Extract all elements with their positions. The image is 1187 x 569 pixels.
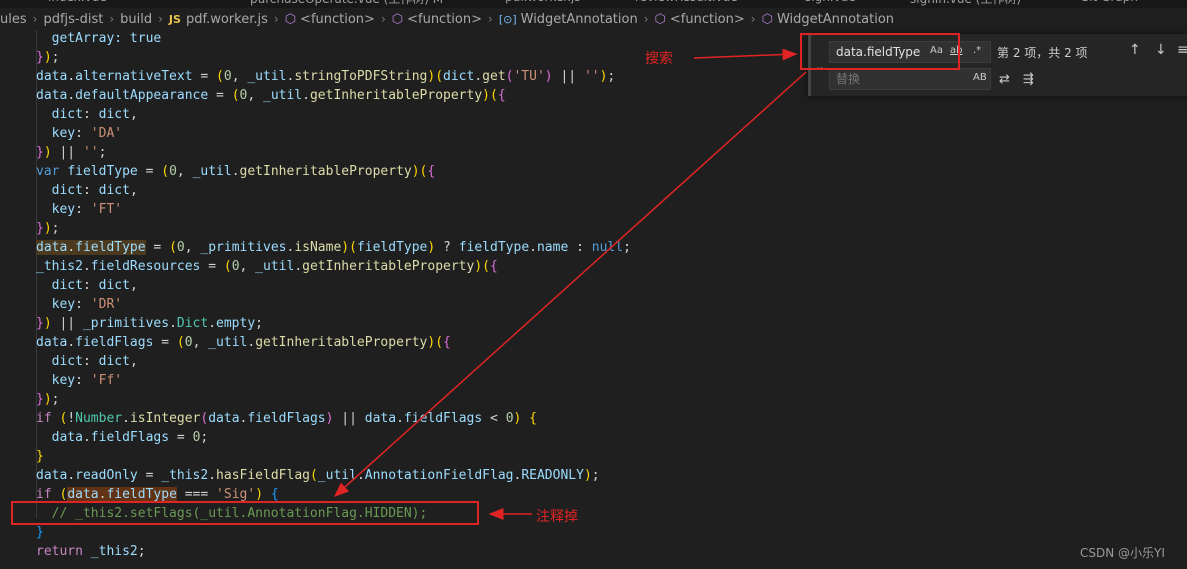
code-line[interactable]: key: 'Ff' [36,371,122,390]
tab-purchase-operate[interactable]: purchaseOperate.vue (工作树) M [250,0,443,8]
code-line[interactable]: dict: dict, [36,105,138,124]
replace-icon[interactable]: ⇄ [999,72,1010,87]
replace-input-box: AB [829,68,991,90]
watermark: CSDN @小乐YI [1080,546,1165,560]
breadcrumb-item[interactable]: <function> [407,12,482,27]
replace-all-icon[interactable]: ⇶ [1023,72,1034,87]
code-line[interactable]: dict: dict, [36,181,138,200]
variable-icon: [⊙] [498,12,517,26]
code-line[interactable]: dict: dict, [36,352,138,371]
code-line[interactable]: key: 'DA' [36,124,122,143]
function-icon: ⬡ [391,11,404,27]
code-line[interactable]: data.fieldType = (0, _primitives.isName)… [36,238,631,257]
tab-git-graph[interactable]: Git Graph [1080,0,1138,8]
chevron-right-icon: › [488,12,493,26]
breadcrumb-item[interactable]: <function> [300,12,375,27]
code-line[interactable]: key: 'FT' [36,200,122,219]
javascript-file-icon: JS [168,12,181,26]
function-icon: ⬡ [284,11,297,27]
tab-index[interactable]: index.vue [48,0,107,8]
tab-pdf-worker[interactable]: pdf.worker.js [505,0,581,8]
chevron-right-icon: › [158,12,163,26]
previous-match-button[interactable]: ↑ [1129,42,1141,58]
replace-input[interactable] [836,71,928,87]
next-match-button[interactable]: ↓ [1155,42,1167,58]
code-line[interactable]: data.defaultAppearance = (0, _util.getIn… [36,86,506,105]
chevron-right-icon: › [380,12,386,26]
breadcrumb-item[interactable]: <function> [670,12,745,27]
breadcrumb-item[interactable]: pdf.worker.js [186,12,268,27]
code-line[interactable]: }); [36,219,59,238]
breadcrumb-item[interactable]: ules [0,12,27,27]
code-line[interactable]: }) || ''; [36,143,106,162]
code-line[interactable]: data.readOnly = _this2.hasFieldFlag(_uti… [36,466,600,485]
comment-highlight-box [11,501,479,525]
function-icon: ⬡ [761,11,773,27]
preserve-case-toggle[interactable]: AB [973,72,987,83]
code-line[interactable]: if (!Number.isInteger(data.fieldFlags) |… [36,409,537,428]
regex-toggle[interactable]: .* [973,45,981,56]
match-count: 第 2 项，共 2 项 [997,46,1088,60]
code-line[interactable]: var fieldType = (0, _util.getInheritable… [36,162,435,181]
code-line[interactable]: } [36,447,44,466]
code-line[interactable]: data.alternativeText = (0, _util.stringT… [36,67,615,86]
code-editor[interactable]: getArray: true }); data.alternativeText … [0,30,1187,569]
chevron-right-icon: › [32,12,38,26]
breadcrumb-item[interactable]: pdfjs-dist [43,12,103,27]
breadcrumb-item[interactable]: WidgetAnnotation [777,12,894,27]
code-line[interactable]: }) || _primitives.Dict.empty; [36,314,263,333]
code-line[interactable]: }); [36,390,59,409]
breadcrumb: ules › pdfjs-dist › build › JS pdf.worke… [0,8,1187,30]
code-line[interactable]: data.fieldFlags = 0; [36,428,209,447]
code-line[interactable]: } [36,523,44,542]
more-options-button[interactable]: ≡ [1177,42,1187,58]
chevron-right-icon: › [643,12,649,26]
code-line[interactable]: _this2.fieldResources = (0, _util.getInh… [36,257,498,276]
chevron-right-icon: › [750,12,756,26]
code-line[interactable]: key: 'DR' [36,295,122,314]
search-annotation-label: 搜索 [645,51,673,67]
function-icon: ⬡ [654,11,666,27]
tab-sign-in[interactable]: signIn.vue (工作树) [910,0,1021,8]
tab-review-result[interactable]: reviewResult.vue [635,0,738,8]
breadcrumb-item[interactable]: build [120,12,152,27]
code-line[interactable]: getArray: true [36,29,162,48]
code-line[interactable]: data.fieldFlags = (0, _util.getInheritab… [36,333,451,352]
code-line[interactable]: }); [36,48,59,67]
code-line[interactable]: dict: dict, [36,276,138,295]
code-line[interactable]: return _this2; [36,542,146,561]
chevron-right-icon: › [109,12,115,26]
comment-annotation-label: 注释掉 [536,509,578,525]
search-highlight-box [800,33,960,70]
chevron-right-icon: › [273,12,279,26]
editor-tabs: index.vue purchaseOperate.vue (工作树) M pd… [0,0,1187,8]
breadcrumb-item[interactable]: WidgetAnnotation [521,12,638,27]
tab-sign[interactable]: sign.vue [805,0,856,8]
